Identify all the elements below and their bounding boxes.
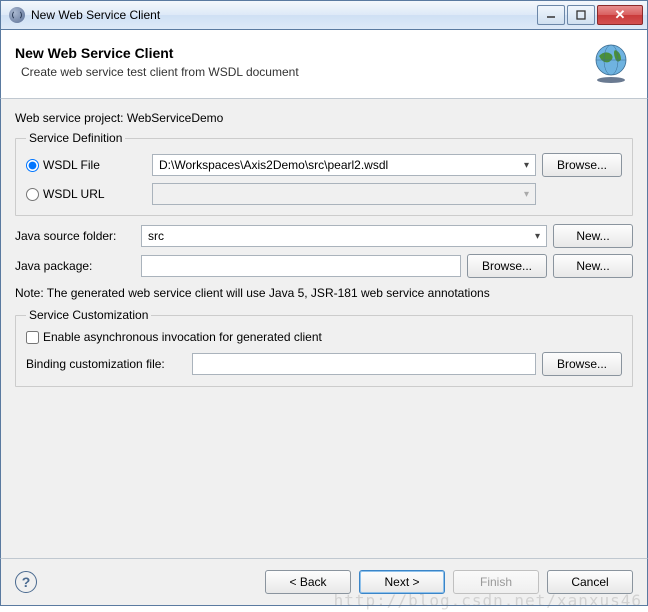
service-customization-group: Service Customization Enable asynchronou… bbox=[15, 308, 633, 387]
help-icon[interactable]: ? bbox=[15, 571, 37, 593]
java-source-combo[interactable]: src bbox=[141, 225, 547, 247]
window-controls: ✕ bbox=[537, 5, 643, 25]
next-button[interactable]: Next > bbox=[359, 570, 445, 594]
wizard-banner: New Web Service Client Create web servic… bbox=[0, 30, 648, 99]
wsdl-file-label: WSDL File bbox=[43, 158, 100, 172]
wsdl-url-radio-wrap[interactable]: WSDL URL bbox=[26, 187, 146, 201]
java-package-new-button[interactable]: New... bbox=[553, 254, 633, 278]
finish-button: Finish bbox=[453, 570, 539, 594]
service-definition-legend: Service Definition bbox=[26, 131, 125, 145]
java-source-value: src bbox=[148, 229, 164, 243]
service-definition-group: Service Definition WSDL File D:\Workspac… bbox=[15, 131, 633, 216]
window-titlebar: New Web Service Client ✕ bbox=[0, 0, 648, 30]
java-source-new-button[interactable]: New... bbox=[553, 224, 633, 248]
app-icon bbox=[9, 7, 25, 23]
enable-async-checkbox[interactable] bbox=[26, 331, 39, 344]
project-value: WebServiceDemo bbox=[127, 111, 223, 125]
banner-subheading: Create web service test client from WSDL… bbox=[21, 65, 589, 79]
wsdl-url-radio[interactable] bbox=[26, 188, 39, 201]
binding-file-input[interactable] bbox=[192, 353, 536, 375]
wsdl-file-value: D:\Workspaces\Axis2Demo\src\pearl2.wsdl bbox=[159, 158, 388, 172]
wsdl-url-combo bbox=[152, 183, 536, 205]
globe-icon bbox=[589, 40, 633, 84]
binding-file-browse-button[interactable]: Browse... bbox=[542, 352, 622, 376]
window-title: New Web Service Client bbox=[31, 8, 537, 22]
java-source-label: Java source folder: bbox=[15, 229, 135, 243]
cancel-button[interactable]: Cancel bbox=[547, 570, 633, 594]
enable-async-label: Enable asynchronous invocation for gener… bbox=[43, 330, 322, 344]
wizard-content: Web service project: WebServiceDemo Serv… bbox=[0, 99, 648, 558]
wsdl-file-combo[interactable]: D:\Workspaces\Axis2Demo\src\pearl2.wsdl bbox=[152, 154, 536, 176]
wsdl-file-radio[interactable] bbox=[26, 159, 39, 172]
enable-async-row[interactable]: Enable asynchronous invocation for gener… bbox=[26, 330, 622, 344]
banner-heading: New Web Service Client bbox=[15, 45, 589, 61]
wizard-footer: ? < Back Next > Finish Cancel bbox=[0, 558, 648, 606]
project-row: Web service project: WebServiceDemo bbox=[15, 111, 633, 125]
wsdl-file-browse-button[interactable]: Browse... bbox=[542, 153, 622, 177]
java-package-label: Java package: bbox=[15, 259, 135, 273]
maximize-button[interactable] bbox=[567, 5, 595, 25]
service-customization-legend: Service Customization bbox=[26, 308, 151, 322]
close-button[interactable]: ✕ bbox=[597, 5, 643, 25]
binding-file-label: Binding customization file: bbox=[26, 357, 186, 371]
project-label: Web service project: bbox=[15, 111, 124, 125]
wsdl-file-radio-wrap[interactable]: WSDL File bbox=[26, 158, 146, 172]
wsdl-url-label: WSDL URL bbox=[43, 187, 105, 201]
annotations-note: Note: The generated web service client w… bbox=[15, 286, 633, 300]
back-button[interactable]: < Back bbox=[265, 570, 351, 594]
minimize-button[interactable] bbox=[537, 5, 565, 25]
java-package-input[interactable] bbox=[141, 255, 461, 277]
java-package-browse-button[interactable]: Browse... bbox=[467, 254, 547, 278]
